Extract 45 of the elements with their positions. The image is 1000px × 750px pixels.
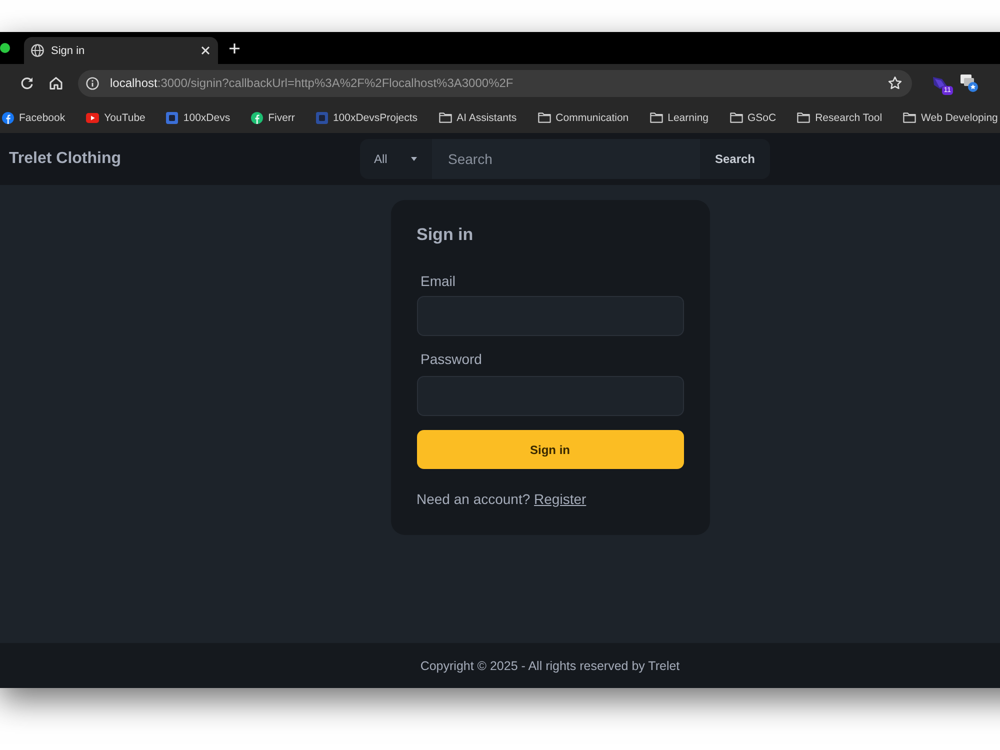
url-text: localhost:3000/signin?callbackUrl=http%3A%2F%2Flocalhost%3A3000%2F	[110, 76, 514, 90]
plus-icon[interactable]	[229, 42, 240, 54]
category-select[interactable]: All	[360, 139, 432, 179]
bookmark-link[interactable]: GSoC	[748, 112, 776, 124]
field-label: Email	[420, 272, 456, 291]
register-prompt: Need an account? Register	[416, 490, 586, 509]
reload-icon[interactable]	[20, 76, 34, 90]
bookmark-link[interactable]: Fiverr	[268, 112, 295, 124]
field-label: Password	[420, 350, 482, 369]
folder-icon	[538, 112, 551, 123]
bookmark-link[interactable]: Communication	[556, 112, 629, 124]
copyright-text: Copyright © 2025 - All rights reserved by Trelet	[420, 658, 680, 672]
bookmark-link[interactable]: AI Assistants	[456, 112, 517, 124]
bookmark-link[interactable]: Facebook	[19, 112, 66, 124]
tab-title: Sign in	[51, 44, 86, 56]
search-button[interactable]: Search	[700, 139, 770, 179]
bookmark-link[interactable]: Research Tool	[815, 112, 882, 124]
caret-icon	[411, 157, 418, 161]
input-field[interactable]	[416, 376, 684, 416]
folder-icon	[797, 112, 810, 123]
sign-in-button[interactable]: Sign in	[416, 430, 684, 469]
bookmark-link[interactable]: 100xDevs	[183, 112, 230, 124]
bookmark-link[interactable]: YouTube	[104, 112, 146, 124]
window-dot-icon[interactable]	[0, 43, 10, 53]
info-icon[interactable]	[86, 76, 99, 90]
bookmark-link[interactable]: 100xDevsProjects	[332, 112, 418, 124]
globe-icon	[31, 44, 44, 57]
windows-extension-icon[interactable]	[960, 74, 978, 92]
folder-icon	[438, 112, 452, 123]
folder-icon	[730, 112, 742, 123]
browser-tab[interactable]: Sign in	[24, 37, 218, 64]
folder-icon	[650, 112, 663, 123]
brand-name[interactable]: Trelet Clothing	[9, 150, 121, 168]
register-link[interactable]: Register	[534, 491, 586, 507]
extension-icon[interactable]	[931, 74, 949, 92]
home-icon[interactable]	[49, 76, 63, 90]
folder-icon	[903, 112, 916, 123]
address-bar[interactable]: localhost:3000/signin?callbackUrl=http%3A%2F%2Flocalhost%3A3000%2F	[78, 70, 912, 96]
bookmark-link[interactable]: Web Developing	[921, 112, 998, 124]
bookmark-link[interactable]: Learning	[668, 112, 708, 124]
card-title: Sign in	[416, 224, 474, 246]
star-icon[interactable]	[888, 76, 902, 90]
close-icon[interactable]	[201, 46, 210, 55]
search-field[interactable]: Search	[432, 139, 700, 179]
input-field[interactable]	[416, 296, 684, 336]
